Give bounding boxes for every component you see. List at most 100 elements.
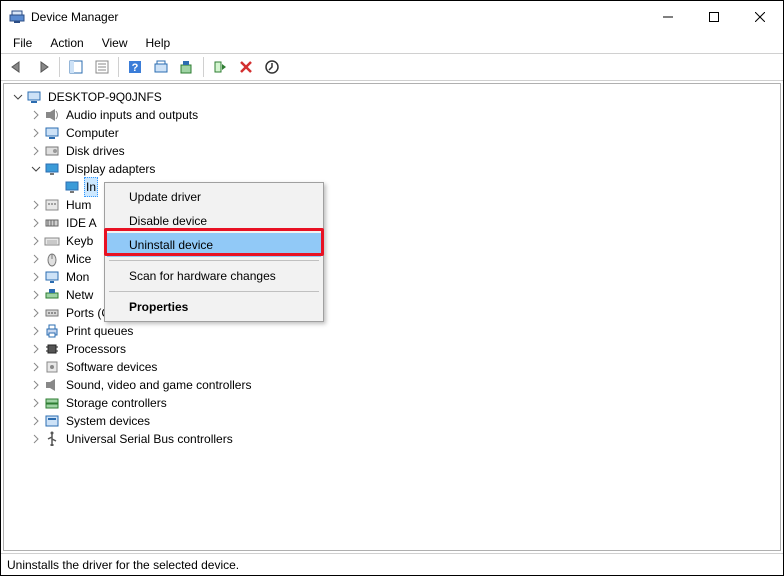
- tree-item-label: Audio inputs and outputs: [64, 106, 200, 124]
- titlebar: Device Manager: [1, 1, 783, 33]
- expand-icon[interactable]: [30, 271, 42, 283]
- tree-item-label: Disk drives: [64, 142, 127, 160]
- tree-item-label: Software devices: [64, 358, 159, 376]
- expand-icon[interactable]: [30, 253, 42, 265]
- expand-icon[interactable]: [30, 217, 42, 229]
- tree-item-label: IDE A: [64, 214, 99, 232]
- toolbar-separator: [59, 57, 60, 77]
- computer-icon: [44, 125, 60, 141]
- keyboard-icon: [44, 233, 60, 249]
- uninstall-device-button[interactable]: [234, 56, 258, 78]
- usb-icon: [44, 431, 60, 447]
- toolbar-separator: [203, 57, 204, 77]
- menubar: File Action View Help: [1, 33, 783, 53]
- menu-file[interactable]: File: [5, 34, 40, 52]
- disable-device-button[interactable]: [260, 56, 284, 78]
- properties-button[interactable]: [90, 56, 114, 78]
- back-button[interactable]: [5, 56, 29, 78]
- network-icon: [44, 287, 60, 303]
- expand-icon[interactable]: [30, 289, 42, 301]
- help-button[interactable]: ?: [123, 56, 147, 78]
- audio-icon: [44, 107, 60, 123]
- tree-item-label: Processors: [64, 340, 128, 358]
- tree-item-system[interactable]: System devices: [8, 412, 780, 430]
- software-icon: [44, 359, 60, 375]
- window-title: Device Manager: [31, 10, 645, 24]
- show-hide-tree-button[interactable]: [64, 56, 88, 78]
- tree-item-label: Mon: [64, 268, 91, 286]
- tree-item-label: Computer: [64, 124, 121, 142]
- display-icon: [44, 161, 60, 177]
- printer-icon: [44, 323, 60, 339]
- system-icon: [44, 413, 60, 429]
- menu-help[interactable]: Help: [138, 34, 179, 52]
- tree-item-label: Sound, video and game controllers: [64, 376, 253, 394]
- hid-icon: [44, 197, 60, 213]
- update-driver-button[interactable]: [175, 56, 199, 78]
- expand-icon[interactable]: [30, 109, 42, 121]
- context-menu-separator: [109, 260, 319, 261]
- context-menu-item[interactable]: Uninstall device: [107, 233, 321, 257]
- tree-item-display[interactable]: Display adapters: [8, 160, 780, 178]
- context-menu-item[interactable]: Scan for hardware changes: [107, 264, 321, 288]
- processor-icon: [44, 341, 60, 357]
- context-menu-item[interactable]: Properties: [107, 295, 321, 319]
- tree-item-label: Universal Serial Bus controllers: [64, 430, 235, 448]
- collapse-icon[interactable]: [30, 163, 42, 175]
- toolbar: ?: [1, 53, 783, 81]
- statusbar: Uninstalls the driver for the selected d…: [1, 553, 783, 575]
- minimize-button[interactable]: [645, 1, 691, 33]
- scan-hardware-button[interactable]: [149, 56, 173, 78]
- context-menu-item[interactable]: Update driver: [107, 185, 321, 209]
- statusbar-text: Uninstalls the driver for the selected d…: [7, 558, 239, 572]
- disk-icon: [44, 143, 60, 159]
- forward-button[interactable]: [31, 56, 55, 78]
- context-menu-item[interactable]: Disable device: [107, 209, 321, 233]
- tree-item-audio[interactable]: Audio inputs and outputs: [8, 106, 780, 124]
- ports-icon: [44, 305, 60, 321]
- expand-icon[interactable]: [30, 415, 42, 427]
- tree-root[interactable]: DESKTOP-9Q0JNFS: [8, 88, 780, 106]
- tree-item-storage[interactable]: Storage controllers: [8, 394, 780, 412]
- maximize-button[interactable]: [691, 1, 737, 33]
- expand-icon[interactable]: [30, 199, 42, 211]
- expand-icon[interactable]: [30, 325, 42, 337]
- menu-action[interactable]: Action: [42, 34, 91, 52]
- svg-text:?: ?: [132, 62, 139, 74]
- computer-icon: [26, 89, 42, 105]
- expand-icon[interactable]: [30, 235, 42, 247]
- tree-item-label: Netw: [64, 286, 95, 304]
- collapse-icon[interactable]: [12, 91, 24, 103]
- mouse-icon: [44, 251, 60, 267]
- tree-item-usb[interactable]: Universal Serial Bus controllers: [8, 430, 780, 448]
- tree-item-computer[interactable]: Computer: [8, 124, 780, 142]
- tree-item-label: Display adapters: [64, 160, 157, 178]
- menu-view[interactable]: View: [94, 34, 136, 52]
- tree-item-label: Storage controllers: [64, 394, 169, 412]
- expand-icon[interactable]: [30, 433, 42, 445]
- context-menu: Update driverDisable deviceUninstall dev…: [104, 182, 324, 322]
- tree-item-processor[interactable]: Processors: [8, 340, 780, 358]
- enable-device-button[interactable]: [208, 56, 232, 78]
- ide-icon: [44, 215, 60, 231]
- tree-root-label: DESKTOP-9Q0JNFS: [46, 88, 164, 106]
- display-icon: [64, 179, 80, 195]
- tree-item-software[interactable]: Software devices: [8, 358, 780, 376]
- tree-item-sound[interactable]: Sound, video and game controllers: [8, 376, 780, 394]
- content-area: DESKTOP-9Q0JNFS Audio inputs and outputs…: [3, 83, 781, 551]
- storage-icon: [44, 395, 60, 411]
- expand-icon[interactable]: [30, 343, 42, 355]
- app-icon: [9, 9, 25, 25]
- tree-item-label: Keyb: [64, 232, 95, 250]
- expand-icon[interactable]: [30, 307, 42, 319]
- tree-item-printer[interactable]: Print queues: [8, 322, 780, 340]
- expand-icon[interactable]: [30, 379, 42, 391]
- toolbar-separator: [118, 57, 119, 77]
- tree-item-label: Hum: [64, 196, 93, 214]
- tree-item-disk[interactable]: Disk drives: [8, 142, 780, 160]
- expand-icon[interactable]: [30, 127, 42, 139]
- close-button[interactable]: [737, 1, 783, 33]
- expand-icon[interactable]: [30, 145, 42, 157]
- expand-icon[interactable]: [30, 397, 42, 409]
- expand-icon[interactable]: [30, 361, 42, 373]
